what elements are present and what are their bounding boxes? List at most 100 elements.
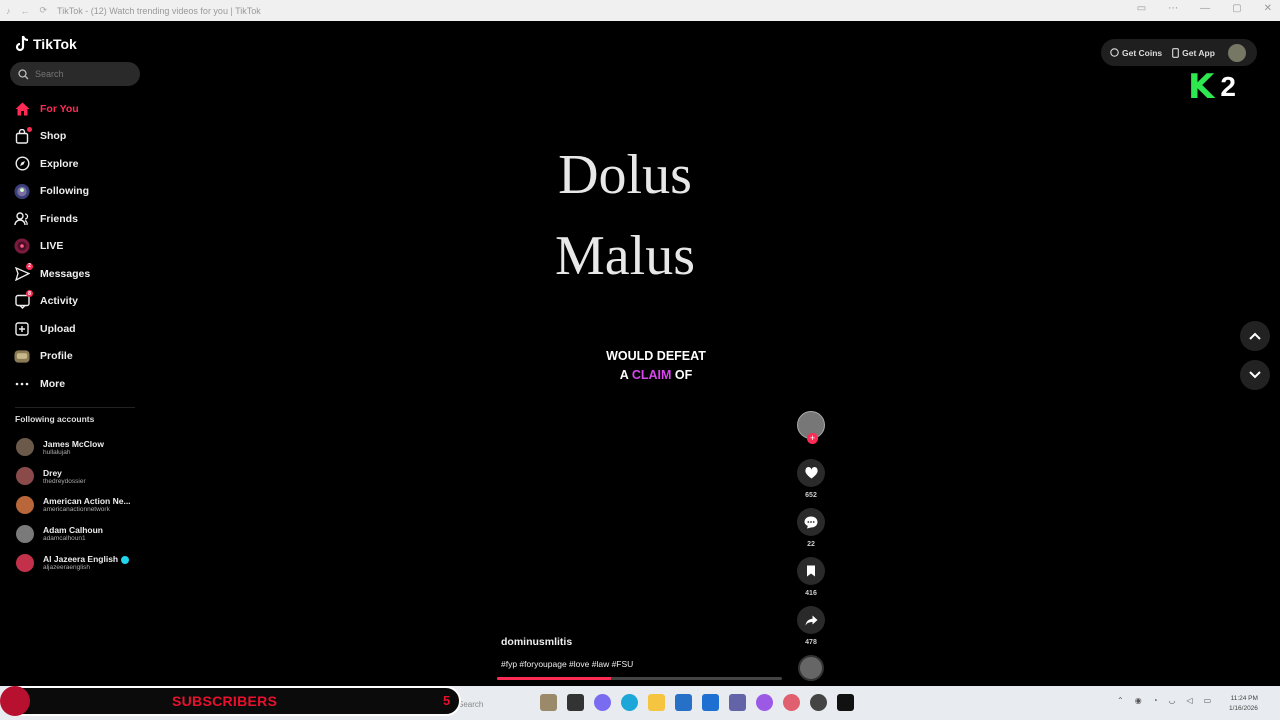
profile-avatar-icon [14,348,30,364]
account-name: Adam Calhoun [43,525,103,536]
more-menu-icon[interactable]: ⋯ [1168,3,1178,14]
account-username: adamcalhoun1 [43,535,86,543]
taskbar-clock[interactable]: 11:24 PM 1/16/2026 [1229,694,1258,714]
get-coins-label: Get Coins [1122,47,1163,58]
tray-app-icon[interactable]: ◔ [1153,696,1158,705]
share-button[interactable] [797,606,825,634]
user-avatar[interactable] [1227,43,1246,62]
like-button[interactable] [797,459,825,487]
verified-badge-icon [120,555,129,564]
friends-icon [14,211,30,227]
more-dots-icon [14,376,30,392]
maximize-button[interactable]: ▢ [1232,3,1241,14]
tray-app-icon[interactable]: ◉ [1135,696,1142,705]
wifi-icon[interactable]: ◡ [1169,696,1176,705]
refresh-icon[interactable]: ⟳ [40,5,48,16]
music-disc-icon[interactable] [798,655,824,681]
sidebar-item-profile[interactable]: Profile [14,343,144,371]
save-button[interactable] [797,557,825,585]
next-video-button[interactable] [1240,360,1270,390]
copilot-icon[interactable] [594,694,611,711]
minimize-button[interactable]: — [1200,3,1210,14]
outlook-icon[interactable] [702,694,719,711]
chevron-up-icon [1249,332,1261,340]
sidebar-item-live[interactable]: LIVE [14,233,144,261]
sidebar-item-label: For You [40,102,79,115]
video-title-line1: Dolus [558,144,692,206]
sidebar-item-label: Shop [40,130,67,143]
video-caption: WOULD DEFEAT A CLAIM OF [560,347,752,385]
sidebar-item-more[interactable]: More [14,370,144,398]
video-author[interactable]: dominusmlitis [501,636,572,648]
tiktok-logo[interactable]: TikTok [14,35,77,53]
activity-badge: 8 [26,290,33,298]
video-progress-bar[interactable] [497,677,782,680]
search-input[interactable] [35,69,130,79]
account-username: aljazeeraenglish [43,564,90,572]
sidebar-item-following[interactable]: Following [14,178,144,206]
home-icon [14,101,30,117]
chevron-down-icon [1249,371,1261,379]
sidebar-toggle-icon[interactable]: ▭ [1137,3,1146,14]
account-item[interactable]: Adam Calhoun adamcalhoun1 [16,519,146,548]
sidebar-item-activity[interactable]: 8 Activity [14,288,144,316]
caption-line2: A CLAIM OF [560,366,752,385]
save-count: 416 [805,590,817,597]
phone-icon [1172,47,1180,58]
edge-browser-icon[interactable] [621,694,638,711]
clock-date: 1/16/2026 [1229,705,1258,712]
creator-avatar[interactable]: + [797,411,825,444]
browser-nav: ♪ ← ⟳ [0,5,47,16]
tiktok-favicon-icon: ♪ [6,5,11,16]
like-count: 652 [805,492,817,499]
taskbar-app-icon[interactable] [540,694,557,711]
messenger-icon[interactable] [756,694,773,711]
sidebar-item-shop[interactable]: Shop [14,123,144,151]
k2-logo: K 2 [1188,67,1236,107]
video-hashtags[interactable]: #fyp #foryoupage #love #law #FSU [501,659,633,669]
sidebar-item-friends[interactable]: Friends [14,205,144,233]
tray-chevron-icon[interactable]: ⌃ [1117,696,1124,705]
comment-count: 22 [807,541,815,548]
taskbar-app-icon[interactable] [810,694,827,711]
sidebar-item-label: Profile [40,350,73,363]
close-button[interactable]: ✕ [1264,3,1272,14]
sidebar-item-label: Upload [40,322,76,335]
file-explorer-icon[interactable] [648,694,665,711]
coin-icon [1110,48,1119,57]
speaker-icon[interactable]: ◁ [1187,696,1193,705]
sidebar-item-label: Messages [40,267,91,280]
subscribers-overlay: SUBSCRIBERS 5 [0,686,461,716]
back-icon[interactable]: ← [21,6,30,16]
account-item[interactable]: Al Jazeera English aljazeeraenglish [16,548,146,577]
get-coins-button[interactable]: Get Coins [1110,48,1162,58]
store-icon[interactable] [675,694,692,711]
sidebar-item-messages[interactable]: 2 Messages [14,260,144,288]
get-app-button[interactable]: Get App [1172,48,1215,58]
account-item[interactable]: James McClow hullalujah [16,433,146,462]
teams-icon[interactable] [729,694,746,711]
tiktok-app-icon[interactable] [837,694,854,711]
comment-button[interactable] [797,508,825,536]
taskbar-app-icon[interactable] [783,694,800,711]
tiktok-app: TikTok For You Shop Explore [0,21,1280,686]
previous-video-button[interactable] [1240,321,1270,351]
account-item[interactable]: Drey thedreydossier [16,462,146,491]
progress-fill [497,677,611,680]
video-actions: + 652 22 416 478 [795,411,827,681]
battery-icon[interactable]: ▭ [1204,696,1212,705]
video-title-line2: Malus [555,225,695,287]
sidebar-item-label: Activity [40,295,78,308]
share-count: 478 [805,639,817,646]
search-box[interactable] [10,62,140,86]
activity-icon: 8 [14,290,33,309]
taskbar-app-icon[interactable] [567,694,584,711]
taskbar-search[interactable]: Search [458,700,483,709]
sidebar-item-for-you[interactable]: For You [14,95,144,123]
sidebar-item-explore[interactable]: Explore [14,150,144,178]
follow-plus-icon[interactable]: + [807,433,818,444]
account-item[interactable]: American Action Ne... americanactionnetwo… [16,491,146,520]
sidebar-item-upload[interactable]: Upload [14,315,144,343]
taskbar-apps [540,694,854,711]
comment-icon [804,516,818,528]
